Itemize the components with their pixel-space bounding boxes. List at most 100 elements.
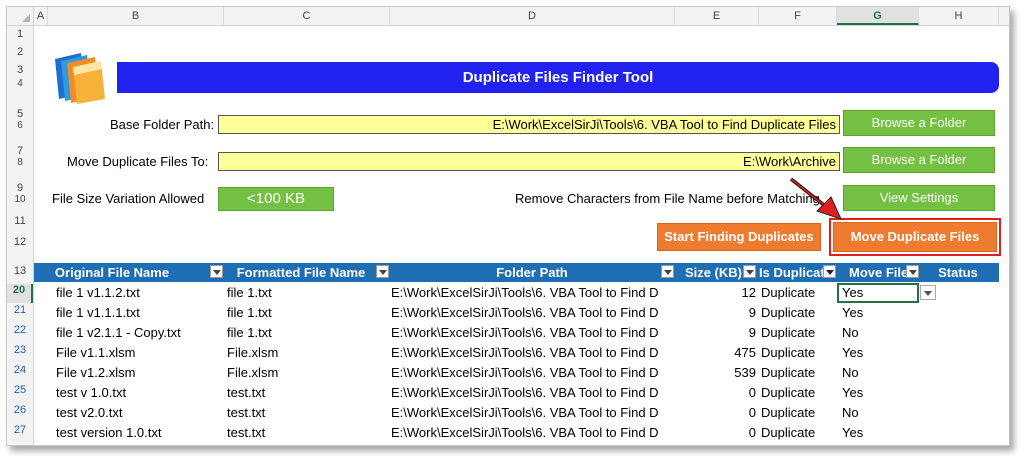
size-variation-field[interactable]: <100 KB: [218, 187, 334, 211]
row-header[interactable]: 8: [7, 157, 33, 168]
size-cell[interactable]: 0: [675, 423, 756, 443]
column-header-b[interactable]: B: [48, 7, 224, 25]
row-header[interactable]: 6: [7, 120, 33, 131]
row-header[interactable]: 21: [7, 304, 33, 316]
folder-path-cell[interactable]: E:\Work\ExcelSirJi\Tools\6. VBA Tool to …: [391, 303, 674, 323]
filter-dropdown-icon[interactable]: [661, 265, 674, 278]
row-header[interactable]: 7: [7, 145, 33, 157]
start-finding-duplicates-button[interactable]: Start Finding Duplicates: [657, 223, 821, 251]
col-move-file: Move File: [849, 265, 907, 280]
row-header[interactable]: 23: [7, 344, 33, 356]
folder-path-cell[interactable]: E:\Work\ExcelSirJi\Tools\6. VBA Tool to …: [391, 423, 674, 443]
is-duplicate-cell[interactable]: Duplicate: [761, 283, 835, 303]
select-all-corner[interactable]: [7, 7, 34, 25]
formatted-file-name-cell[interactable]: test.txt: [227, 423, 387, 443]
move-file-cell[interactable]: Yes: [842, 303, 918, 323]
original-file-name-cell[interactable]: file 1 v1.1.1.txt: [56, 303, 221, 323]
formatted-file-name-cell[interactable]: test.txt: [227, 383, 387, 403]
folder-path-cell[interactable]: E:\Work\ExcelSirJi\Tools\6. VBA Tool to …: [391, 283, 674, 303]
row-header[interactable]: 13: [7, 265, 33, 277]
active-cell-selection[interactable]: [837, 283, 919, 303]
folder-path-cell[interactable]: E:\Work\ExcelSirJi\Tools\6. VBA Tool to …: [391, 343, 674, 363]
row-header[interactable]: 22: [7, 324, 33, 336]
formatted-file-name-cell[interactable]: file 1.txt: [227, 303, 387, 323]
column-header-d[interactable]: D: [390, 7, 675, 25]
row-header[interactable]: 1: [7, 28, 33, 40]
is-duplicate-cell[interactable]: Duplicate: [761, 363, 835, 383]
formatted-file-name-cell[interactable]: test.txt: [227, 403, 387, 423]
move-file-cell[interactable]: No: [842, 403, 918, 423]
row-header[interactable]: 24: [7, 364, 33, 376]
row-header[interactable]: 20: [7, 284, 33, 303]
table-row: File v1.2.xlsm File.xlsm E:\Work\ExcelSi…: [34, 363, 999, 383]
row-header[interactable]: 2: [7, 46, 33, 58]
row-header[interactable]: 26: [7, 404, 33, 416]
original-file-name-cell[interactable]: File v1.2.xlsm: [56, 363, 221, 383]
row-header[interactable]: 27: [7, 424, 33, 436]
formatted-file-name-cell[interactable]: File.xlsm: [227, 363, 387, 383]
move-file-cell[interactable]: No: [842, 363, 918, 383]
row-header[interactable]: 12: [7, 236, 33, 248]
view-settings-button[interactable]: View Settings: [843, 185, 995, 211]
size-cell[interactable]: 0: [675, 383, 756, 403]
browse-archive-folder-button[interactable]: Browse a Folder: [843, 147, 995, 173]
cell-dropdown-arrow-icon[interactable]: [920, 285, 936, 300]
filter-active-funnel-icon[interactable]: [823, 265, 836, 278]
size-cell[interactable]: 9: [675, 323, 756, 343]
row-header[interactable]: 10: [7, 194, 33, 205]
browse-folder-button[interactable]: Browse a Folder: [843, 110, 995, 136]
move-file-cell[interactable]: Yes: [842, 383, 918, 403]
move-file-cell[interactable]: No: [842, 323, 918, 343]
formatted-file-name-cell[interactable]: file 1.txt: [227, 323, 387, 343]
size-cell[interactable]: 475: [675, 343, 756, 363]
size-cell[interactable]: 539: [675, 363, 756, 383]
original-file-name-cell[interactable]: test version 1.0.txt: [56, 423, 221, 443]
original-file-name-cell[interactable]: File v1.1.xlsm: [56, 343, 221, 363]
original-file-name-cell[interactable]: test v 1.0.txt: [56, 383, 221, 403]
original-file-name-cell[interactable]: file 1 v1.1.2.txt: [56, 283, 221, 303]
row-header[interactable]: 9: [7, 182, 33, 194]
row-header-column: 1 2 3 4 5 6 7 8 9 10 11 12 13 20 21 22 2…: [7, 26, 34, 445]
folder-path-cell[interactable]: E:\Work\ExcelSirJi\Tools\6. VBA Tool to …: [391, 323, 674, 343]
column-header-f[interactable]: F: [759, 7, 837, 25]
tool-title-banner: Duplicate Files Finder Tool: [117, 62, 999, 93]
folder-path-cell[interactable]: E:\Work\ExcelSirJi\Tools\6. VBA Tool to …: [391, 403, 674, 423]
column-header-g[interactable]: G: [837, 7, 919, 25]
original-file-name-cell[interactable]: test v2.0.txt: [56, 403, 221, 423]
column-header-e[interactable]: E: [675, 7, 759, 25]
row-header[interactable]: 5: [7, 108, 33, 120]
row-header[interactable]: 11: [7, 215, 33, 227]
base-folder-path-field[interactable]: E:\Work\ExcelSirJi\Tools\6. VBA Tool to …: [218, 115, 840, 134]
move-file-cell[interactable]: Yes: [842, 343, 918, 363]
size-cell[interactable]: 12: [675, 283, 756, 303]
size-cell[interactable]: 9: [675, 303, 756, 323]
move-file-cell[interactable]: Yes: [842, 423, 918, 443]
column-header-row: A B C D E F G H: [7, 7, 1009, 26]
is-duplicate-cell[interactable]: Duplicate: [761, 383, 835, 403]
is-duplicate-cell[interactable]: Duplicate: [761, 343, 835, 363]
row-header[interactable]: 25: [7, 384, 33, 396]
is-duplicate-cell[interactable]: Duplicate: [761, 403, 835, 423]
formatted-file-name-cell[interactable]: file 1.txt: [227, 283, 387, 303]
folder-path-cell[interactable]: E:\Work\ExcelSirJi\Tools\6. VBA Tool to …: [391, 363, 674, 383]
row-header[interactable]: 3: [7, 64, 33, 76]
formatted-file-name-cell[interactable]: File.xlsm: [227, 343, 387, 363]
column-header-h[interactable]: H: [919, 7, 999, 25]
col-size-kb: Size (KB): [684, 265, 742, 280]
folder-path-cell[interactable]: E:\Work\ExcelSirJi\Tools\6. VBA Tool to …: [391, 383, 674, 403]
row-header[interactable]: 4: [7, 78, 33, 89]
filter-dropdown-icon[interactable]: [743, 265, 756, 278]
filter-dropdown-icon[interactable]: [210, 265, 223, 278]
column-header-c[interactable]: C: [224, 7, 390, 25]
filter-dropdown-icon[interactable]: [376, 265, 389, 278]
spreadsheet-window: A B C D E F G H 1 2 3 4 5 6 7 8 9 10 11 …: [6, 6, 1010, 446]
filter-dropdown-icon[interactable]: [906, 265, 919, 278]
is-duplicate-cell[interactable]: Duplicate: [761, 323, 835, 343]
size-cell[interactable]: 0: [675, 403, 756, 423]
is-duplicate-cell[interactable]: Duplicate: [761, 303, 835, 323]
original-file-name-cell[interactable]: file 1 v2.1.1 - Copy.txt: [56, 323, 221, 343]
highlight-box: [829, 218, 1001, 256]
is-duplicate-cell[interactable]: Duplicate: [761, 423, 835, 443]
move-to-path-field[interactable]: E:\Work\Archive: [218, 152, 840, 171]
column-header-a[interactable]: A: [34, 7, 48, 25]
